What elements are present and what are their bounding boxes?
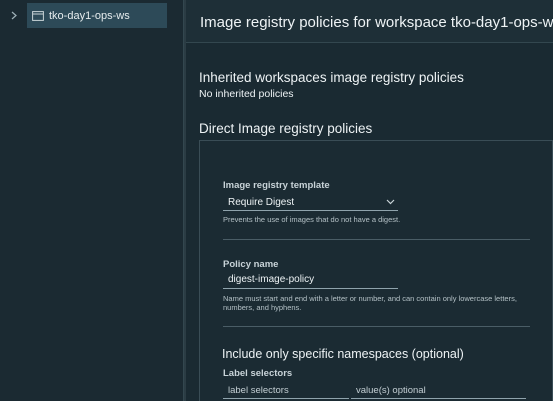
- section-divider: [223, 239, 530, 240]
- policy-name-input[interactable]: [223, 271, 398, 289]
- app-window: tko-day1-ops-ws Image registry policies …: [0, 0, 553, 401]
- section-divider: [223, 326, 530, 327]
- template-select-value: Require Digest: [228, 196, 295, 208]
- sidebar-item-label: tko-day1-ops-ws: [49, 9, 130, 22]
- page-header: Image registry policies for workspace tk…: [186, 0, 553, 43]
- template-select[interactable]: Require Digest: [223, 194, 398, 211]
- template-help-text: Prevents the use of images that do not h…: [223, 215, 401, 224]
- inherited-policies-empty-text: No inherited policies: [199, 88, 294, 100]
- tree-node-workspace: tko-day1-ops-ws: [0, 3, 183, 28]
- label-selector-value-input[interactable]: [351, 382, 526, 399]
- chevron-down-icon: [384, 197, 396, 207]
- sidebar: tko-day1-ops-ws: [0, 0, 183, 401]
- label-selectors-label: Label selectors: [223, 368, 293, 379]
- policy-name-label: Policy name: [223, 259, 279, 270]
- inherited-policies-heading: Inherited workspaces image registry poli…: [199, 70, 464, 85]
- sidebar-item-workspace[interactable]: tko-day1-ops-ws: [27, 3, 167, 28]
- page-title: Image registry policies for workspace tk…: [200, 14, 553, 31]
- label-selector-key-input[interactable]: [223, 382, 349, 399]
- direct-policies-heading: Direct Image registry policies: [199, 121, 373, 136]
- template-label: Image registry template: [223, 180, 330, 191]
- policy-name-help-text: Name must start and end with a letter or…: [223, 294, 517, 312]
- namespaces-heading: Include only specific namespaces (option…: [222, 347, 464, 361]
- folder-icon: [32, 10, 44, 21]
- chevron-right-icon[interactable]: [9, 10, 19, 20]
